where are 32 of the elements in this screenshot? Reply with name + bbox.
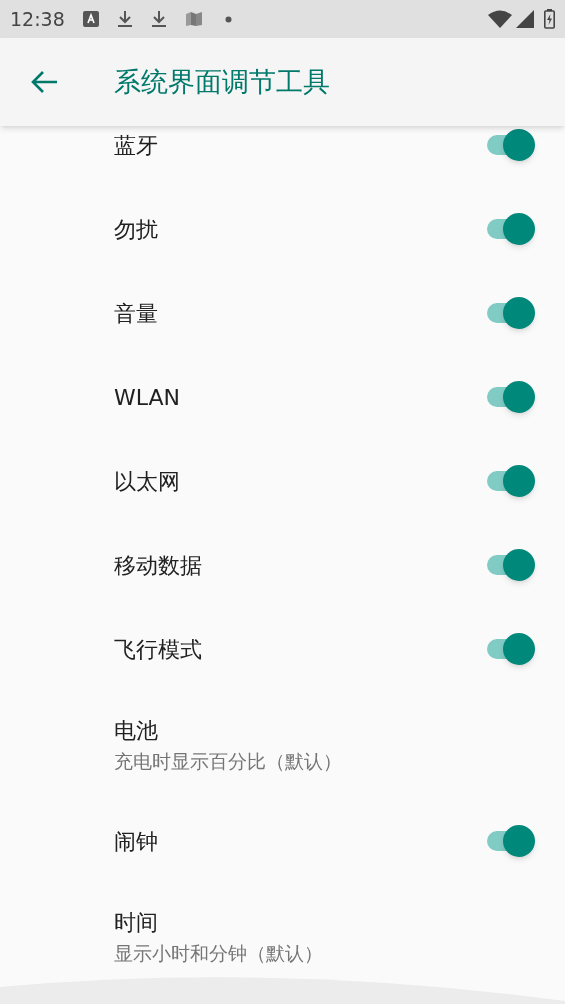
signal-icon bbox=[516, 10, 534, 28]
setting-row[interactable]: 以太网 bbox=[0, 439, 565, 523]
setting-row[interactable]: 时间 显示小时和分钟（默认） bbox=[0, 883, 565, 976]
setting-row[interactable]: 闹钟 bbox=[0, 799, 565, 883]
setting-summary: 显示小时和分钟（默认） bbox=[114, 941, 324, 966]
setting-title: WLAN bbox=[114, 383, 182, 412]
setting-row[interactable]: WLAN bbox=[0, 355, 565, 439]
setting-summary: 充电时显示百分比（默认） bbox=[114, 749, 343, 774]
screen-title: 系统界面调节工具 bbox=[114, 64, 330, 99]
setting-title: 飞行模式 bbox=[114, 635, 203, 664]
status-time: 12:38 bbox=[10, 6, 65, 32]
setting-row[interactable]: 飞行模式 bbox=[0, 607, 565, 691]
wifi-icon bbox=[488, 10, 512, 28]
battery-icon bbox=[544, 9, 555, 29]
setting-title: 音量 bbox=[114, 299, 159, 328]
text-app-icon bbox=[82, 11, 99, 27]
setting-row[interactable]: 勿扰 bbox=[0, 187, 565, 271]
setting-row[interactable]: 电池 充电时显示百分比（默认） bbox=[0, 691, 565, 799]
back-arrow-icon bbox=[30, 70, 58, 94]
setting-title: 电池 bbox=[114, 717, 159, 745]
dot-icon bbox=[224, 15, 232, 23]
setting-row[interactable]: 蓝牙 bbox=[0, 126, 565, 187]
download-icon bbox=[150, 10, 167, 28]
setting-title: 时间 bbox=[114, 909, 159, 937]
setting-row[interactable]: 音量 bbox=[0, 271, 565, 355]
setting-title: 闹钟 bbox=[114, 827, 159, 856]
download-icon bbox=[116, 10, 133, 28]
setting-title: 以太网 bbox=[114, 467, 181, 496]
setting-row[interactable]: 移动数据 bbox=[0, 523, 565, 607]
setting-title: 蓝牙 bbox=[114, 131, 159, 160]
setting-title: 勿扰 bbox=[114, 215, 159, 244]
setting-title: 移动数据 bbox=[114, 551, 203, 580]
